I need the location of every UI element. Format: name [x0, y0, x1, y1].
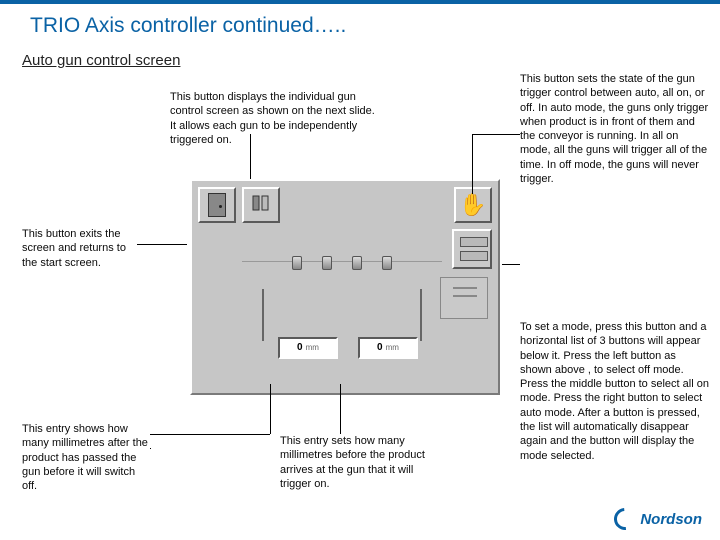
hmi-panel: ✋ 0mm 0mm: [190, 179, 500, 395]
entry-off-value: 0: [297, 342, 303, 353]
gun-icon: [249, 193, 273, 217]
annotation-trigger-mode: This button sets the state of the gun tr…: [520, 72, 710, 186]
annotation-mode-set: To set a mode, press this button and a h…: [520, 320, 710, 463]
exit-button[interactable]: [198, 187, 236, 223]
section-subtitle: Auto gun control screen: [22, 52, 720, 69]
brand-name: Nordson: [640, 511, 702, 528]
entry-unit: mm: [386, 343, 399, 352]
spray-diagram: [242, 261, 442, 341]
door-icon: [208, 193, 226, 217]
swoosh-icon: [610, 504, 641, 535]
hand-icon: ✋: [459, 194, 486, 216]
annotation-entry-on: This entry sets how many millimetres bef…: [280, 434, 440, 491]
marker-icon: [460, 251, 488, 261]
entry-on-mm[interactable]: 0mm: [358, 337, 418, 359]
annotation-entry-off: This entry shows how many millimetres af…: [22, 422, 152, 493]
trigger-mode-button[interactable]: ✋: [454, 187, 492, 223]
marker-icon: [460, 237, 488, 247]
entry-on-value: 0: [377, 342, 383, 353]
annotation-individual-gun: This button displays the individual gun …: [170, 90, 380, 147]
entry-off-mm[interactable]: 0mm: [278, 337, 338, 359]
individual-gun-button[interactable]: [242, 187, 280, 223]
mode-list-preview: [440, 277, 488, 319]
page-title: TRIO Axis controller continued…..: [30, 14, 720, 38]
mode-marker-button[interactable]: [452, 229, 492, 269]
brand-logo: Nordson: [614, 508, 702, 530]
entry-unit: mm: [306, 343, 319, 352]
annotation-exit: This button exits the screen and returns…: [22, 227, 137, 270]
